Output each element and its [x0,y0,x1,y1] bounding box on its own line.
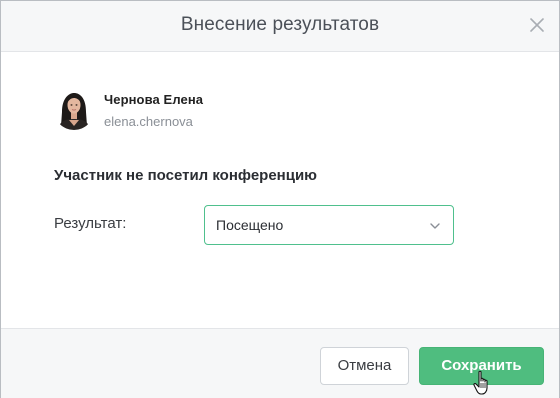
participant-name: Чернова Елена [104,92,204,107]
attendance-notice: Участник не посетил конференцию [54,167,317,184]
cancel-button[interactable]: Отмена [320,347,409,385]
avatar [54,90,94,130]
dialog-header: Внесение результатов [1,1,559,52]
results-dialog: Внесение результатов Чернова Елена elena… [0,0,560,398]
result-select-value: Посещено [216,217,284,233]
result-select[interactable]: Посещено [204,205,454,245]
dialog-title: Внесение результатов [180,14,380,35]
chevron-down-icon [429,219,441,237]
close-button[interactable] [527,15,547,35]
result-label: Результат: [54,215,127,232]
dialog-footer: Отмена Сохранить [1,328,559,398]
participant-login: elena.chernova [104,114,193,129]
save-button[interactable]: Сохранить [419,347,544,385]
close-icon [530,18,544,32]
